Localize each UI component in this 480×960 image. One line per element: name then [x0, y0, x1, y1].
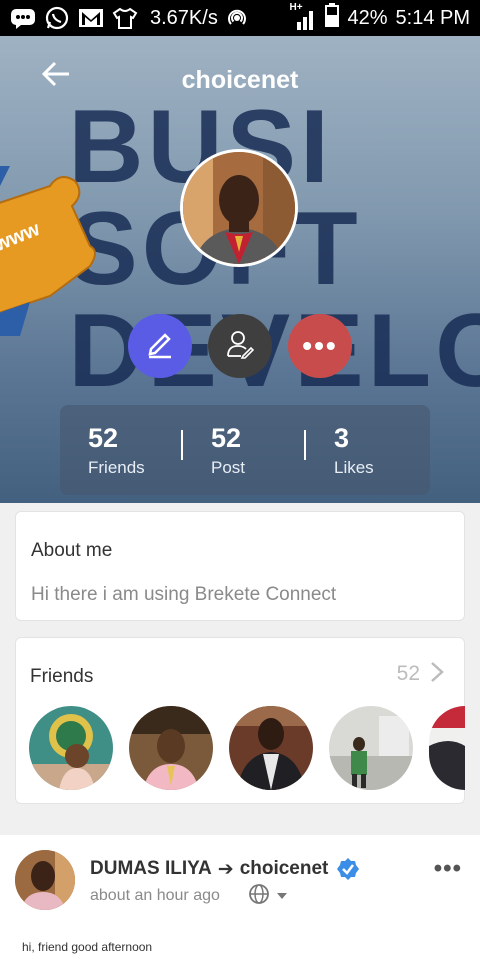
network-speed: 3.67K/s [150, 6, 218, 29]
post-author-avatar[interactable] [15, 850, 75, 910]
post-time: about an hour ago [90, 887, 220, 904]
post-text: hi, friend good afternoon [22, 940, 153, 954]
battery-percent: 42% [347, 6, 388, 29]
arrow-right-icon: ➔ [217, 858, 234, 880]
friend-avatar[interactable] [429, 706, 465, 790]
friend-avatar[interactable] [329, 706, 413, 790]
stat-likes-label: Likes [334, 458, 374, 477]
status-bar: 3.67K/s H+ 42% 5:14 PM [0, 0, 480, 36]
more-options-button[interactable]: ••• [288, 314, 352, 378]
verified-badge-icon [336, 857, 360, 881]
stat-post-label: Post [211, 458, 246, 477]
stat-likes[interactable]: 3 Likes [306, 405, 429, 495]
about-me-card: About me Hi there i am using Brekete Con… [15, 511, 465, 621]
chat-icon [10, 7, 36, 29]
friend-avatar[interactable] [129, 706, 213, 790]
about-me-text: Hi there i am using Brekete Connect [31, 584, 337, 605]
friend-avatar[interactable] [229, 706, 313, 790]
network-type: H+ [289, 2, 303, 13]
clock: 5:14 PM [395, 6, 470, 29]
stat-friends-label: Friends [88, 458, 145, 477]
post-card: DUMAS ILIYA ➔ choicenet about an hour ag… [0, 835, 480, 960]
friends-title: Friends [30, 666, 94, 687]
person-edit-icon [225, 329, 255, 364]
whatsapp-icon [44, 6, 70, 30]
post-more-button[interactable]: ••• [434, 855, 462, 883]
post-target-name[interactable]: choicenet [240, 858, 329, 880]
chevron-right-icon[interactable] [428, 660, 446, 684]
hotspot-icon [224, 7, 250, 29]
shirt-icon [112, 7, 138, 29]
post-author-name[interactable]: DUMAS ILIYA [90, 858, 212, 880]
friends-count[interactable]: 52 [397, 662, 420, 686]
edit-button[interactable] [128, 314, 192, 378]
stat-friends-value: 52 [88, 423, 119, 453]
about-me-title: About me [31, 540, 113, 561]
friend-avatar[interactable] [29, 706, 113, 790]
caret-down-icon [276, 887, 288, 905]
privacy-selector[interactable] [248, 883, 294, 910]
stat-post[interactable]: 52 Post [183, 405, 306, 495]
profile-avatar[interactable] [180, 149, 298, 267]
friends-card: Friends 52 [15, 637, 465, 804]
battery-icon [325, 3, 340, 33]
stat-likes-value: 3 [334, 423, 350, 453]
post-author-line: DUMAS ILIYA ➔ choicenet [90, 857, 360, 881]
more-dots-icon: ••• [302, 330, 338, 361]
stat-post-value: 52 [211, 423, 242, 453]
gmail-icon [78, 7, 104, 29]
profile-stats: 52 Friends 52 Post 3 Likes [60, 405, 430, 495]
page-title: choicenet [181, 66, 299, 94]
pen-icon [145, 329, 175, 364]
profile-cover: BUSI SOFT DEVELO www choicenet [0, 36, 480, 503]
globe-icon [248, 883, 270, 910]
edit-profile-button[interactable] [208, 314, 272, 378]
stat-friends[interactable]: 52 Friends [60, 405, 183, 495]
signal-icon: H+ [289, 2, 317, 30]
cover-puzzle-image: www [0, 166, 100, 336]
